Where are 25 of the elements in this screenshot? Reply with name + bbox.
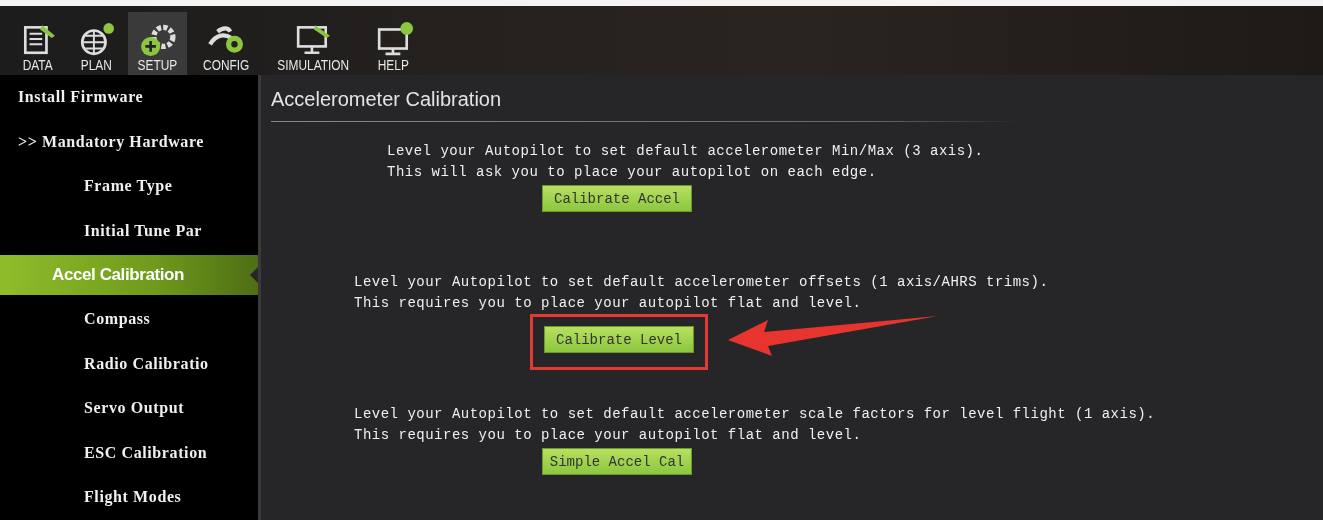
sidebar-item[interactable]: Flight Modes (0, 475, 258, 520)
sidebar-item[interactable]: Install Firmware (0, 75, 258, 120)
instruction-text: Level your Autopilot to set default accelerometer scale factors for level flight (1 axis). (354, 405, 1157, 424)
calibrate-button[interactable]: Calibrate Accel (542, 185, 692, 212)
instruction-text: This requires you to place your autopilot flat and level. (354, 294, 863, 313)
toolbar-tab[interactable]: PLAN (70, 12, 122, 75)
calibrate-button[interactable]: Calibrate Level (544, 326, 694, 353)
toolbar-tab[interactable]: SETUP (128, 12, 187, 75)
toolbar-tab[interactable]: DATA (12, 12, 64, 75)
toolbar-tab[interactable]: CONFIG (192, 12, 260, 75)
toolbar-tab[interactable]: SIMULATION (265, 12, 362, 75)
panel-title: Accelerometer Calibration (271, 87, 503, 112)
sidebar-item[interactable]: Initial Tune Par (0, 208, 258, 253)
instruction-text: Level your Autopilot to set default accelerometer Min/Max (3 axis). (386, 142, 985, 161)
sidebar-item[interactable]: Radio Calibratio (0, 341, 258, 386)
sidebar-item[interactable]: >> Mandatory Hardware (0, 119, 258, 164)
instruction-text: This requires you to place your autopilot flat and level. (354, 426, 863, 445)
sidebar-item[interactable]: Servo Output (0, 386, 258, 431)
sidebar-item[interactable]: Compass (0, 297, 258, 342)
sidebar-item[interactable]: Frame Type (0, 164, 258, 209)
sidebar-item[interactable]: ESC Calibration (0, 430, 258, 475)
toolbar-tab[interactable]: HELP (367, 12, 420, 75)
instruction-text: Level your Autopilot to set default accelerometer offsets (1 axis/AHRS trims). (354, 273, 1050, 292)
calibrate-button[interactable]: Simple Accel Cal (542, 448, 692, 475)
instruction-text: This will ask you to place your autopilot on each edge. (386, 163, 878, 182)
